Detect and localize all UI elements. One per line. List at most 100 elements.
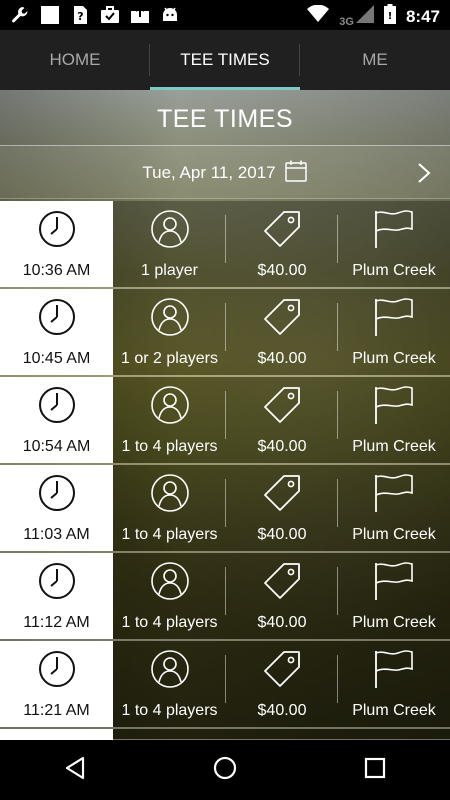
course-cell: Plum Creek	[338, 465, 450, 551]
players-label: 1 to 4 players	[121, 525, 218, 543]
price-tag-icon	[262, 649, 302, 694]
person-icon	[150, 561, 190, 606]
players-cell: 1 to 4 players	[113, 641, 226, 727]
wifi-icon	[307, 4, 330, 28]
square-notification-icon	[40, 5, 60, 25]
players-cell: 1 to 4 players	[113, 553, 226, 639]
tee-time-row[interactable]: 10:36 AM 1 player $40.00 Plum Creek	[0, 201, 450, 289]
players-cell: 1 to 4 players	[113, 465, 226, 551]
top-nav-tabs: HOME TEE TIMES ME	[0, 30, 450, 90]
tee-time-row[interactable]: 11:21 AM 1 to 4 players $40.00 Plum Creek	[0, 641, 450, 729]
back-triangle-icon	[64, 756, 86, 785]
flag-icon	[372, 385, 416, 430]
tab-label: TEE TIMES	[180, 50, 270, 69]
tab-home[interactable]: HOME	[0, 30, 150, 90]
tee-time-row-partial[interactable]	[0, 729, 450, 740]
time-cell: 11:21 AM	[0, 641, 113, 727]
flag-icon	[372, 297, 416, 342]
price-label: $40.00	[257, 261, 307, 279]
price-label: $40.00	[257, 613, 307, 631]
time-cell: 11:12 AM	[0, 553, 113, 639]
tab-me[interactable]: ME	[300, 30, 450, 90]
tee-time: 10:54 AM	[22, 437, 91, 455]
course-cell: Plum Creek	[338, 641, 450, 727]
players-label: 1 to 4 players	[121, 437, 218, 455]
tee-time-details: 1 player $40.00 Plum Creek	[113, 201, 450, 287]
back-button[interactable]	[45, 740, 105, 800]
price-tag-icon	[262, 297, 302, 342]
clock-icon	[37, 649, 77, 694]
tee-time-details: 1 to 4 players $40.00 Plum Creek	[113, 553, 450, 639]
clock-icon	[37, 561, 77, 606]
calendar-icon	[284, 159, 308, 188]
price-tag-icon	[262, 473, 302, 518]
next-date-button[interactable]	[414, 161, 434, 185]
wrench-icon	[10, 5, 30, 25]
tee-time-details: 1 to 4 players $40.00 Plum Creek	[113, 465, 450, 551]
players-cell: 1 to 4 players	[113, 377, 226, 463]
upload-box-icon	[130, 5, 150, 25]
android-icon	[160, 5, 180, 25]
clock: 8:47	[405, 6, 440, 26]
tee-time: 10:45 AM	[22, 349, 91, 367]
battery-icon: !	[383, 4, 396, 29]
tee-time-row[interactable]: 10:54 AM 1 to 4 players $40.00 Plum Creek	[0, 377, 450, 465]
clock-icon	[37, 297, 77, 342]
course-label: Plum Creek	[352, 701, 436, 719]
person-icon	[150, 385, 190, 430]
time-cell: 10:54 AM	[0, 377, 113, 463]
person-icon	[150, 649, 190, 694]
price-cell: $40.00	[226, 201, 338, 287]
price-cell: $40.00	[226, 641, 338, 727]
clock-icon	[37, 473, 77, 518]
tab-label: HOME	[49, 50, 101, 69]
tee-time: 11:21 AM	[23, 701, 90, 719]
status-bar: ? 3G ! 8:47	[0, 0, 450, 30]
tee-time-details: 1 to 4 players $40.00 Plum Creek	[113, 377, 450, 463]
tee-time-row[interactable]: 10:45 AM 1 or 2 players $40.00 Plum Creek	[0, 289, 450, 377]
flag-icon	[372, 649, 416, 694]
recents-button[interactable]	[345, 740, 405, 800]
course-cell: Plum Creek	[338, 377, 450, 463]
clock-icon	[37, 385, 77, 430]
svg-text:!: !	[388, 11, 393, 22]
course-label: Plum Creek	[352, 349, 436, 367]
price-tag-icon	[262, 561, 302, 606]
tee-time: 10:36 AM	[22, 261, 91, 279]
home-button[interactable]	[195, 740, 255, 800]
course-cell: Plum Creek	[338, 553, 450, 639]
svg-text:?: ?	[77, 10, 83, 23]
price-tag-icon	[262, 385, 302, 430]
network-type: 3G	[339, 16, 354, 28]
time-cell: 11:03 AM	[0, 465, 113, 551]
time-cell: 10:45 AM	[0, 289, 113, 375]
recents-square-icon	[364, 757, 386, 784]
players-label: 1 to 4 players	[121, 613, 218, 631]
person-icon	[150, 297, 190, 342]
flag-icon	[372, 473, 416, 518]
tee-time: 11:12 AM	[23, 613, 90, 631]
course-cell: Plum Creek	[338, 289, 450, 375]
tee-time-details: 1 or 2 players $40.00 Plum Creek	[113, 289, 450, 375]
date-label: Tue, Apr 11, 2017	[142, 163, 276, 182]
tee-time-details: 1 to 4 players $40.00 Plum Creek	[113, 641, 450, 727]
players-cell: 1 player	[113, 201, 226, 287]
tab-tee-times[interactable]: TEE TIMES	[150, 30, 300, 90]
tee-time-details	[113, 729, 450, 739]
page-title: TEE TIMES	[156, 104, 293, 133]
course-label: Plum Creek	[352, 525, 436, 543]
players-label: 1 or 2 players	[121, 349, 218, 367]
price-cell: $40.00	[226, 553, 338, 639]
briefcase-check-icon	[100, 5, 120, 25]
course-label: Plum Creek	[352, 613, 436, 631]
price-cell: $40.00	[226, 377, 338, 463]
system-nav-bar	[0, 740, 450, 800]
price-cell: $40.00	[226, 465, 338, 551]
tee-time-row[interactable]: 11:12 AM 1 to 4 players $40.00 Plum Creek	[0, 553, 450, 641]
players-cell: 1 or 2 players	[113, 289, 226, 375]
price-label: $40.00	[257, 437, 307, 455]
question-sim-icon: ?	[70, 5, 90, 25]
tee-time-row[interactable]: 11:03 AM 1 to 4 players $40.00 Plum Creek	[0, 465, 450, 553]
person-icon	[150, 209, 190, 254]
date-picker[interactable]: Tue, Apr 11, 2017	[0, 146, 450, 200]
